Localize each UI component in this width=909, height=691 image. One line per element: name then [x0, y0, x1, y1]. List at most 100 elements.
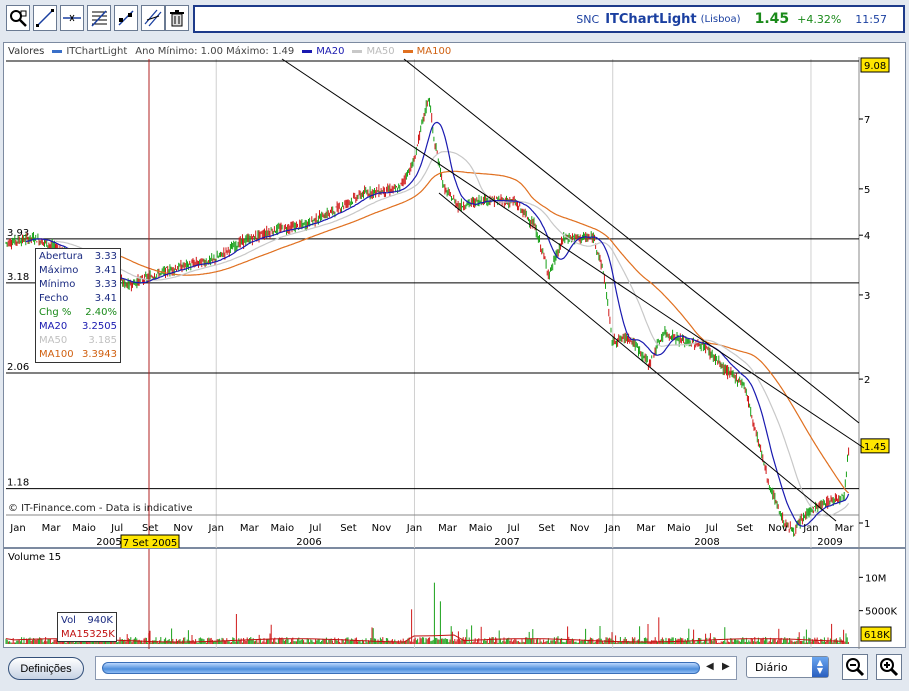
timeline-scrollbar[interactable]: ◀ ▶: [95, 656, 737, 680]
price-chart[interactable]: 3.933.182.061.189.08754321.451Jan Mar Maio…: [4, 43, 907, 549]
period-select-value: Diário: [755, 660, 788, 674]
legend-item-ma20: MA20: [316, 46, 345, 57]
last-price: 1.45: [754, 11, 790, 27]
vol-axis-label: 10M: [865, 573, 886, 584]
price-marker-label: 9.08: [864, 61, 886, 72]
x-axis-month-label: Jan: [802, 523, 818, 534]
scrollbar-thumb[interactable]: [102, 662, 700, 674]
copyright-notice: © IT-Finance.com - Data is indicative: [8, 503, 193, 514]
volume-panel[interactable]: 10M 5000K 618K Volume 15 Vol 940K MA15 325K: [3, 548, 907, 649]
legend-item-main: ITChartLight: [66, 46, 128, 57]
y-axis-label: 7: [864, 115, 870, 126]
x-axis-month-label: Jul: [110, 523, 123, 534]
trash-icon[interactable]: [165, 5, 189, 31]
volume-info-ma15: MA15 325K: [61, 629, 115, 640]
info-row-open: Abertura 3.33: [39, 251, 117, 262]
ma50-line: [55, 151, 850, 517]
volume-info-vol: Vol 940K: [61, 615, 113, 626]
quote-header: SNC ITChartLight (Lisboa) 1.45 +4.32% 11…: [193, 5, 905, 33]
zoom-out-button[interactable]: [842, 654, 868, 680]
price-chart-panel[interactable]: 3.93 3.18 2.06 1.18 9.08 7 5 4 3 2 1.45 1 Jan Mar Maio…: [3, 42, 907, 549]
info-row-ma100: MA100 3.3943: [39, 349, 117, 360]
x-axis-month-label: Mar: [42, 523, 62, 534]
x-axis-month-label: Jul: [507, 523, 520, 534]
channel-mid-line: [403, 58, 860, 424]
info-row-ma20: MA20 3.2505: [39, 321, 117, 332]
scroll-left-icon[interactable]: ◀: [706, 661, 714, 672]
x-axis-month-label: Maio: [72, 523, 96, 534]
info-row-close: Fecho 3.41: [39, 293, 117, 304]
exchange-name: (Lisboa): [700, 13, 741, 25]
info-row-high: Máximo 3.41: [39, 265, 117, 276]
ohlc-info-box: Abertura 3.33 Máximo 3.41 Mínimo 3.33 Fecho…: [35, 248, 121, 363]
channel-upper-line: [281, 58, 865, 449]
x-axis-month-label: Nov: [768, 523, 788, 534]
x-axis-year-label: 2007: [494, 537, 519, 548]
x-axis-month-label: Set: [538, 523, 555, 534]
legend-swatch-ma50: [352, 50, 363, 53]
parallel-channel-icon[interactable]: [141, 5, 165, 31]
x-axis-month-label: Set: [737, 523, 754, 534]
legend-item-ma50: MA50: [366, 46, 395, 57]
x-axis-month-label: Maio: [270, 523, 294, 534]
zoom-out-icon: [846, 658, 865, 677]
volume-info-box: Vol 940K MA15 325K: [57, 612, 117, 642]
toolbar: SNC ITChartLight (Lisboa) 1.45 +4.32% 11…: [0, 0, 909, 38]
fibonacci-icon[interactable]: [87, 5, 111, 31]
x-axis-month-label: Jan: [406, 523, 422, 534]
left-level-label: 3.18: [7, 272, 29, 283]
zoom-in-button[interactable]: [876, 654, 902, 680]
bottom-bar: Definições ◀ ▶ Diário ▲ ▼: [0, 652, 909, 691]
trend-line-icon[interactable]: [33, 5, 57, 31]
chart-legend: Valores ITChartLight Ano Mínimo: 1.00 Má…: [8, 46, 451, 57]
x-axis-month-label: Jan: [9, 523, 25, 534]
x-axis-month-label: Mar: [636, 523, 656, 534]
x-axis-month-label: Jan: [604, 523, 620, 534]
left-level-label: 1.18: [7, 478, 29, 489]
y-axis-label: 3: [864, 291, 870, 302]
legend-swatch-main: [52, 50, 63, 53]
x-axis-month-label: Nov: [173, 523, 193, 534]
y-axis-label: 1: [864, 519, 870, 530]
crosshair-icon[interactable]: [114, 5, 138, 31]
chevron-updown-icon: ▲ ▼: [812, 657, 828, 677]
volume-title: Volume 15: [8, 552, 62, 563]
x-axis-year-label: 2006: [296, 537, 321, 548]
x-axis-month-label: Nov: [372, 523, 392, 534]
app-name: ITChartLight: [605, 11, 697, 27]
x-axis-year-label: 2008: [694, 537, 719, 548]
x-axis-month-label: Nov: [570, 523, 590, 534]
legend-range: Ano Mínimo: 1.00 Máximo: 1.49: [135, 46, 295, 57]
x-axis-year-label: 2009: [817, 537, 842, 548]
x-axis-month-label: Maio: [469, 523, 493, 534]
ticker-symbol: SNC: [576, 12, 600, 26]
x-axis-month-label: Mar: [240, 523, 260, 534]
volume-chart[interactable]: 10M 5000K 618K: [4, 549, 907, 649]
price-change: +4.32%: [797, 12, 842, 26]
x-axis-month-label: Jul: [308, 523, 321, 534]
x-axis-month-label: Jan: [208, 523, 224, 534]
volume-ma-line: [5, 634, 845, 643]
x-axis-month-label: Set: [142, 523, 159, 534]
y-axis-label: 4: [864, 231, 870, 242]
scroll-right-icon[interactable]: ▶: [722, 661, 730, 672]
left-level-label: 2.06: [7, 362, 29, 373]
vol-axis-label: 5000K: [865, 607, 897, 618]
legend-swatch-ma100: [402, 50, 413, 53]
quote-time: 11:57: [855, 12, 887, 26]
settings-button[interactable]: Definições: [8, 657, 84, 680]
info-row-low: Mínimo 3.33: [39, 279, 117, 290]
legend-swatch-ma20: [302, 50, 313, 53]
x-axis-month-label: Mar: [438, 523, 458, 534]
info-row-change: Chg % 2.40%: [39, 307, 117, 318]
x-axis-year-label: 2005: [96, 537, 121, 548]
y-axis-label: 2: [864, 375, 870, 386]
x-axis-month-label: Maio: [667, 523, 691, 534]
legend-title: Valores: [8, 46, 45, 57]
period-select[interactable]: Diário ▲ ▼: [746, 656, 829, 678]
horizontal-line-icon[interactable]: [60, 5, 84, 31]
x-axis-month-label: Jul: [705, 523, 718, 534]
zoom-select-icon[interactable]: [6, 5, 30, 31]
x-axis-month-label: Set: [340, 523, 357, 534]
y-axis-label: 5: [864, 185, 870, 196]
